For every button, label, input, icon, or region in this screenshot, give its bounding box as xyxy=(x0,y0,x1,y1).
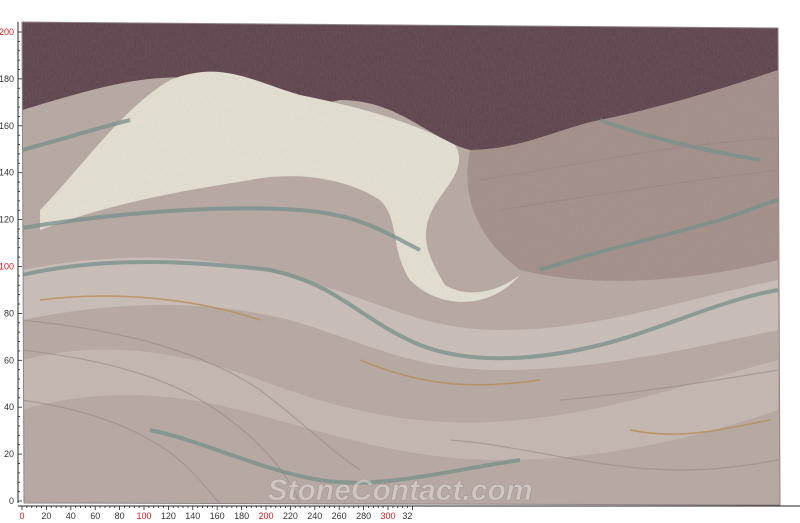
horizontal-ruler-label: 80 xyxy=(115,511,125,521)
vertical-ruler-label: 60 xyxy=(4,355,14,365)
horizontal-ruler-label: 200 xyxy=(258,511,273,521)
marble-slab-image: 0 20 40 60 80 100 120 140 160 180 200 0 20 40 60 80 100… xyxy=(0,21,800,521)
horizontal-ruler-label: 160 xyxy=(210,511,225,521)
vertical-ruler-label: 40 xyxy=(4,402,14,412)
horizontal-ruler-label: 140 xyxy=(185,511,200,521)
horizontal-ruler-label: 0 xyxy=(19,511,24,521)
vertical-ruler-label: 100 xyxy=(0,262,14,272)
horizontal-ruler-label: 220 xyxy=(283,511,298,521)
horizontal-ruler-label: 40 xyxy=(66,511,76,521)
slab-photo-frame: 0 20 40 60 80 100 120 140 160 180 200 0 20 40 60 80 100… xyxy=(0,0,800,523)
horizontal-ruler-label: 60 xyxy=(90,511,100,521)
horizontal-ruler-label: 240 xyxy=(307,511,322,521)
vertical-ruler-label: 80 xyxy=(4,308,14,318)
horizontal-ruler-label: 280 xyxy=(356,511,371,521)
vertical-ruler: 0 20 40 60 80 100 120 140 160 180 200 xyxy=(0,22,22,506)
vertical-ruler-label: 0 xyxy=(9,496,14,506)
vertical-ruler-label: 160 xyxy=(0,121,14,131)
horizontal-ruler-label: 20 xyxy=(41,511,51,521)
vertical-ruler-label: 20 xyxy=(4,449,14,459)
vertical-ruler-label: 200 xyxy=(0,27,14,37)
horizontal-ruler-label: 32 xyxy=(402,511,412,521)
horizontal-ruler: 0 20 40 60 80 100 120 140 160 180 200 220 240 260 280 3… xyxy=(18,505,800,521)
vertical-ruler-label: 180 xyxy=(0,74,14,84)
vertical-ruler-label: 120 xyxy=(0,215,14,225)
watermark-text: StoneContact.com xyxy=(267,474,532,507)
slab-body xyxy=(22,22,780,505)
horizontal-ruler-label: 120 xyxy=(161,511,176,521)
horizontal-ruler-label: 260 xyxy=(332,511,347,521)
vertical-ruler-label: 140 xyxy=(0,168,14,178)
horizontal-ruler-label: 180 xyxy=(234,511,249,521)
horizontal-ruler-label: 100 xyxy=(136,511,151,521)
horizontal-ruler-label: 300 xyxy=(380,511,395,521)
